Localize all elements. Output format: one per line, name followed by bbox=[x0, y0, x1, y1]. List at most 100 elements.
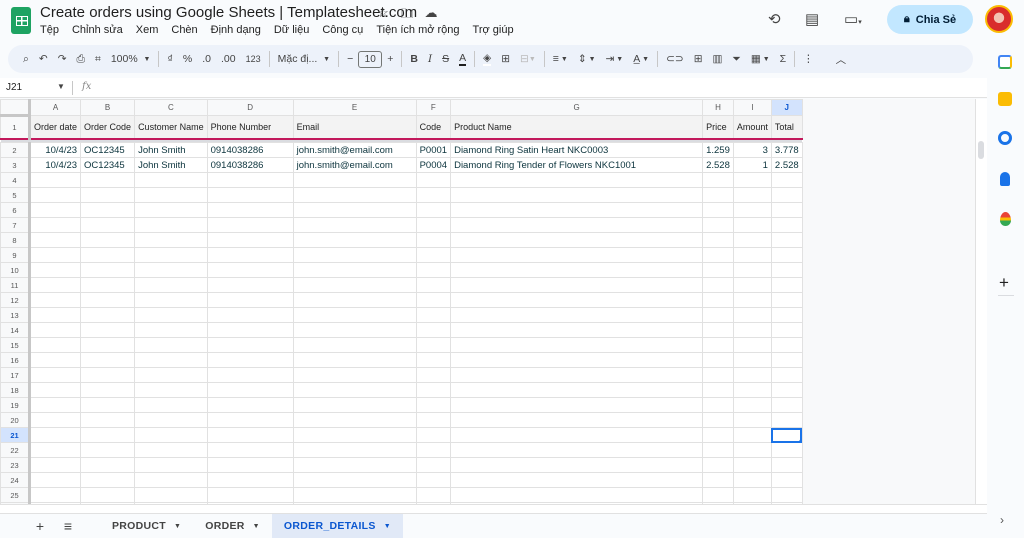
cell[interactable] bbox=[206, 322, 294, 338]
row-header[interactable]: 19 bbox=[0, 397, 31, 413]
cell[interactable] bbox=[732, 397, 772, 413]
cell[interactable] bbox=[415, 217, 452, 233]
cell[interactable] bbox=[134, 202, 208, 218]
cell[interactable] bbox=[702, 277, 734, 293]
cell[interactable] bbox=[292, 172, 417, 188]
currency-format-button[interactable]: ₫ bbox=[162, 48, 177, 70]
header-cell[interactable]: Total bbox=[770, 115, 803, 140]
header-cell[interactable]: Order date bbox=[28, 115, 82, 140]
column-header-i[interactable]: I bbox=[732, 99, 772, 116]
row-header[interactable]: 11 bbox=[0, 277, 31, 293]
row-header[interactable]: 7 bbox=[0, 217, 31, 233]
cell[interactable] bbox=[450, 352, 704, 368]
cell[interactable] bbox=[415, 262, 452, 278]
cell[interactable]: 10/4/23 bbox=[28, 157, 82, 173]
more-options-icon[interactable]: ⋮ bbox=[798, 48, 819, 70]
row-header[interactable]: 10 bbox=[0, 262, 31, 278]
cell[interactable] bbox=[732, 367, 772, 383]
row-header[interactable]: 12 bbox=[0, 292, 31, 308]
header-cell[interactable]: Product Name bbox=[450, 115, 704, 140]
column-header-f[interactable]: F bbox=[415, 99, 452, 116]
row-header[interactable]: 15 bbox=[0, 337, 31, 353]
cell[interactable] bbox=[450, 172, 704, 188]
cell[interactable] bbox=[732, 337, 772, 353]
header-cell[interactable]: Email bbox=[292, 115, 417, 140]
cell[interactable] bbox=[28, 412, 82, 428]
cell[interactable] bbox=[450, 382, 704, 398]
text-wrapping-icon[interactable]: ⇥ ▼ bbox=[601, 48, 629, 70]
cell[interactable] bbox=[450, 292, 704, 308]
cell[interactable] bbox=[702, 247, 734, 263]
cell[interactable] bbox=[450, 487, 704, 503]
cell[interactable] bbox=[292, 337, 417, 353]
cell[interactable]: 1 bbox=[732, 157, 772, 173]
cell[interactable] bbox=[206, 262, 294, 278]
cell[interactable] bbox=[28, 352, 82, 368]
cell[interactable] bbox=[206, 367, 294, 383]
header-cell[interactable]: Price bbox=[702, 115, 734, 140]
cell[interactable] bbox=[415, 187, 452, 203]
cell[interactable] bbox=[770, 337, 803, 353]
row-header[interactable]: 1 bbox=[0, 115, 31, 140]
cell[interactable] bbox=[770, 322, 803, 338]
cell[interactable] bbox=[732, 172, 772, 188]
cell[interactable] bbox=[415, 412, 452, 428]
decrease-decimal-button[interactable]: .0 bbox=[197, 48, 216, 70]
column-header-b[interactable]: B bbox=[80, 99, 136, 116]
row-header[interactable]: 9 bbox=[0, 247, 31, 263]
cell[interactable] bbox=[134, 172, 208, 188]
vertical-align-icon[interactable]: ⇕ ▼ bbox=[573, 48, 601, 70]
cell[interactable] bbox=[770, 457, 803, 473]
cell[interactable] bbox=[415, 427, 452, 443]
cell[interactable] bbox=[28, 202, 82, 218]
cell[interactable] bbox=[80, 367, 136, 383]
cell[interactable] bbox=[770, 367, 803, 383]
row-header[interactable]: 3 bbox=[0, 157, 31, 173]
menu-help[interactable]: Trợ giúp bbox=[473, 24, 514, 36]
cell[interactable] bbox=[702, 442, 734, 458]
strikethrough-button[interactable]: S bbox=[437, 48, 454, 70]
cell[interactable] bbox=[292, 472, 417, 488]
chevron-down-icon[interactable]: ▼ bbox=[253, 523, 260, 530]
row-header[interactable]: 21 bbox=[0, 427, 31, 443]
meet-icon[interactable]: ▭▾ bbox=[844, 10, 862, 28]
cell[interactable] bbox=[134, 367, 208, 383]
filter-views-icon[interactable]: ▦ ▼ bbox=[746, 48, 775, 70]
cell[interactable] bbox=[134, 487, 208, 503]
cell[interactable] bbox=[134, 247, 208, 263]
cell[interactable] bbox=[415, 232, 452, 248]
cell[interactable]: John Smith bbox=[134, 142, 208, 158]
cell[interactable] bbox=[702, 322, 734, 338]
print-icon[interactable]: ⎙ bbox=[72, 48, 90, 70]
cell[interactable] bbox=[80, 397, 136, 413]
cell[interactable] bbox=[732, 247, 772, 263]
cell[interactable] bbox=[292, 397, 417, 413]
cell[interactable] bbox=[292, 487, 417, 503]
cell[interactable] bbox=[292, 277, 417, 293]
calendar-icon[interactable] bbox=[998, 55, 1012, 69]
increase-decimal-button[interactable]: .00 bbox=[216, 48, 241, 70]
row-header[interactable]: 5 bbox=[0, 187, 31, 203]
cell[interactable]: P0004 bbox=[415, 157, 452, 173]
row-header[interactable]: 24 bbox=[0, 472, 31, 488]
select-all-corner[interactable] bbox=[0, 99, 31, 117]
cell[interactable] bbox=[292, 187, 417, 203]
add-addon-icon[interactable]: + bbox=[999, 273, 1009, 293]
cell[interactable] bbox=[732, 277, 772, 293]
cell[interactable] bbox=[292, 367, 417, 383]
tasks-icon[interactable] bbox=[998, 131, 1012, 145]
cell[interactable] bbox=[450, 472, 704, 488]
header-cell[interactable]: Customer Name bbox=[134, 115, 208, 140]
cell[interactable] bbox=[702, 292, 734, 308]
name-box-dropdown-icon[interactable]: ▼ bbox=[57, 82, 65, 91]
menu-insert[interactable]: Chèn bbox=[171, 24, 197, 36]
cell[interactable] bbox=[28, 292, 82, 308]
column-header-c[interactable]: C bbox=[134, 99, 208, 116]
cell[interactable] bbox=[80, 457, 136, 473]
cell[interactable] bbox=[732, 232, 772, 248]
cell[interactable] bbox=[28, 172, 82, 188]
cell[interactable] bbox=[28, 367, 82, 383]
row-header[interactable]: 22 bbox=[0, 442, 31, 458]
cell[interactable]: 2.528 bbox=[770, 157, 803, 173]
cell[interactable] bbox=[206, 187, 294, 203]
